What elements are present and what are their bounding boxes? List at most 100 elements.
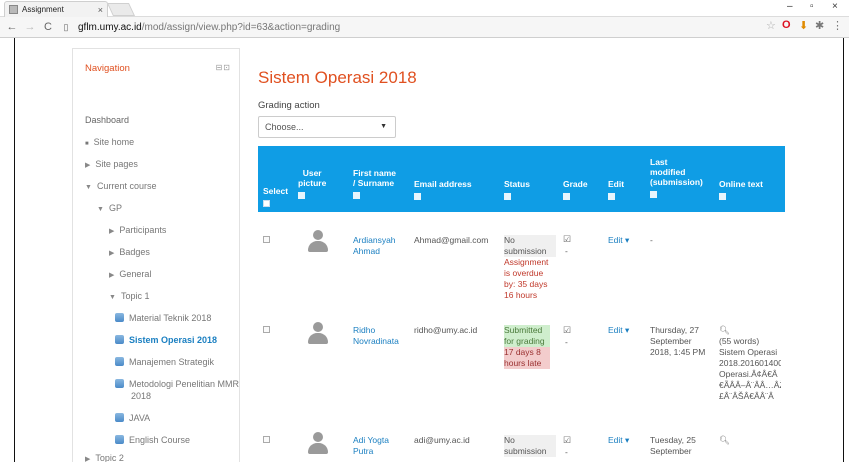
nav-item-material-teknik[interactable]: Material Teknik 2018 bbox=[115, 313, 211, 323]
grade-value: - bbox=[565, 337, 568, 347]
assignment-icon bbox=[115, 379, 124, 388]
grading-action-label: Grading action bbox=[258, 100, 320, 111]
col-grade[interactable]: Grade bbox=[563, 179, 588, 200]
magnify-icon[interactable]: 🔍︎ bbox=[719, 435, 730, 446]
col-name[interactable]: First name / Surname bbox=[353, 168, 396, 199]
nav-item-metodologi-year[interactable]: 2018 bbox=[131, 391, 151, 401]
navigation-block: Navigation ⊟⊡ Dashboard ■ Site home ▶ Site… bbox=[72, 48, 240, 462]
forward-arrow-icon[interactable]: → bbox=[24, 21, 36, 33]
grade-value: - bbox=[565, 447, 568, 457]
browser-tabbar: Assignment × – ▫ × bbox=[0, 0, 849, 17]
assignment-icon bbox=[115, 413, 124, 422]
col-last-modified[interactable]: Last modified (submission) bbox=[650, 157, 703, 198]
assignment-icon bbox=[115, 435, 124, 444]
collapse-column-icon[interactable] bbox=[650, 191, 657, 198]
nav-item-manajemen-strategik[interactable]: Manajemen Strategik bbox=[115, 357, 214, 367]
download-extension-icon[interactable]: ⬇ bbox=[799, 19, 808, 32]
address-bar: ← → C ▯ gflm.umy.ac.id/mod/assign/view.p… bbox=[0, 17, 849, 38]
navigation-title: Navigation bbox=[85, 63, 130, 74]
nav-item-gp[interactable]: ▼ GP bbox=[97, 203, 122, 213]
assignment-icon bbox=[115, 335, 124, 344]
nav-item-sistem-operasi[interactable]: Sistem Operasi 2018 bbox=[115, 335, 217, 345]
edit-menu-link[interactable]: Edit ▾ bbox=[608, 325, 629, 336]
collapse-column-icon[interactable] bbox=[719, 193, 726, 200]
email-cell: adi@umy.ac.id bbox=[414, 435, 470, 445]
col-user-picture[interactable]: User picture bbox=[298, 168, 326, 199]
grading-action-select[interactable]: Choose... ▼ bbox=[258, 116, 396, 138]
magnify-icon[interactable]: 🔍︎ bbox=[719, 325, 730, 335]
student-name-link[interactable]: Ardiansyah Ahmad bbox=[353, 235, 396, 257]
nav-item-participants[interactable]: ▶ Participants bbox=[109, 225, 166, 235]
row-select-checkbox[interactable] bbox=[263, 436, 270, 443]
collapse-column-icon[interactable] bbox=[353, 192, 360, 199]
row-select-checkbox[interactable] bbox=[263, 236, 270, 243]
nav-item-current-course[interactable]: ▼ Current course bbox=[85, 181, 156, 191]
new-tab-button[interactable] bbox=[106, 3, 136, 16]
chevron-down-icon: ▼ bbox=[380, 123, 387, 130]
block-controls-icon[interactable]: ⊟⊡ bbox=[216, 63, 231, 72]
nav-item-general[interactable]: ▶ General bbox=[109, 269, 151, 279]
nav-item-topic-2[interactable]: ▶ Topic 2 bbox=[85, 453, 124, 462]
back-arrow-icon[interactable]: ← bbox=[6, 21, 18, 33]
avatar bbox=[306, 230, 330, 256]
collapse-column-icon[interactable] bbox=[504, 193, 511, 200]
col-select[interactable]: Select bbox=[263, 186, 288, 207]
tab-title: Assignment bbox=[22, 5, 64, 14]
collapse-column-icon[interactable] bbox=[563, 193, 570, 200]
last-modified-cell: - bbox=[650, 235, 653, 245]
reload-icon[interactable]: C bbox=[42, 21, 54, 33]
nav-item-site-pages[interactable]: ▶ Site pages bbox=[85, 159, 138, 169]
assignment-icon bbox=[115, 313, 124, 322]
browser-tab[interactable]: Assignment × bbox=[4, 1, 108, 17]
grade-value: - bbox=[565, 246, 568, 256]
url-field[interactable]: gflm.umy.ac.id/mod/assign/view.php?id=63… bbox=[78, 22, 340, 33]
email-cell: Ahmad@gmail.com bbox=[414, 235, 489, 245]
page-info-icon[interactable]: ▯ bbox=[60, 22, 72, 33]
menu-icon[interactable]: ⋮ bbox=[832, 19, 843, 32]
restore-icon[interactable]: ▫ bbox=[810, 1, 814, 12]
online-text-cell: 🔍︎ (55 words) Sistem Operasi 2018.201601… bbox=[719, 325, 781, 401]
page-border-right bbox=[843, 38, 844, 462]
col-online-text[interactable]: Online text bbox=[719, 179, 763, 200]
avatar bbox=[306, 432, 330, 458]
nav-item-english-course[interactable]: English Course bbox=[115, 435, 190, 445]
minimize-icon[interactable]: – bbox=[787, 1, 793, 12]
student-name-link[interactable]: Ridho Novradinata bbox=[353, 325, 399, 347]
page-title: Sistem Operasi 2018 bbox=[258, 68, 417, 87]
col-email[interactable]: Email address bbox=[414, 179, 472, 200]
status-cell: No submission Assignment is overdue by: 35 … bbox=[504, 235, 556, 301]
student-name-link[interactable]: Adi Yogta Putra bbox=[353, 435, 389, 457]
collapse-column-icon[interactable] bbox=[414, 193, 421, 200]
opera-extension-icon[interactable]: O bbox=[782, 19, 791, 31]
nav-item-java[interactable]: JAVA bbox=[115, 413, 150, 423]
bookmark-star-icon[interactable]: ☆ bbox=[766, 19, 776, 32]
nav-item-metodologi[interactable]: Metodologi Penelitian MMR bbox=[115, 379, 239, 389]
nav-item-dashboard[interactable]: Dashboard bbox=[85, 115, 129, 125]
collapse-column-icon[interactable] bbox=[298, 192, 305, 199]
grading-table-header: Select User picture First name / Surname E… bbox=[258, 146, 785, 212]
email-cell: ridho@umy.ac.id bbox=[414, 325, 478, 335]
col-status[interactable]: Status bbox=[504, 179, 530, 200]
close-window-icon[interactable]: × bbox=[832, 1, 838, 12]
avatar bbox=[306, 322, 330, 348]
favicon-icon bbox=[9, 5, 18, 14]
grade-edit-icon[interactable]: ☑ bbox=[563, 325, 571, 336]
tab-close-icon[interactable]: × bbox=[98, 5, 103, 15]
status-cell: No submission bbox=[504, 435, 556, 457]
nav-item-topic-1[interactable]: ▼ Topic 1 bbox=[109, 291, 149, 301]
nav-item-badges[interactable]: ▶ Badges bbox=[109, 247, 150, 257]
grade-edit-icon[interactable]: ☑ bbox=[563, 234, 571, 245]
grade-edit-icon[interactable]: ☑ bbox=[563, 435, 571, 446]
edit-menu-link[interactable]: Edit ▾ bbox=[608, 235, 629, 246]
col-edit[interactable]: Edit bbox=[608, 179, 624, 200]
select-all-checkbox[interactable] bbox=[263, 200, 270, 207]
last-modified-cell: Thursday, 27 September 2018, 1:45 PM bbox=[650, 325, 706, 357]
extensions-icon[interactable]: ✱ bbox=[815, 19, 824, 32]
assignment-icon bbox=[115, 357, 124, 366]
collapse-column-icon[interactable] bbox=[608, 193, 615, 200]
edit-menu-link[interactable]: Edit ▾ bbox=[608, 435, 629, 446]
row-select-checkbox[interactable] bbox=[263, 326, 270, 333]
page-border-left bbox=[14, 38, 15, 462]
nav-item-site-home[interactable]: ■ Site home bbox=[85, 137, 134, 147]
last-modified-cell: Tuesday, 25 September bbox=[650, 435, 696, 456]
